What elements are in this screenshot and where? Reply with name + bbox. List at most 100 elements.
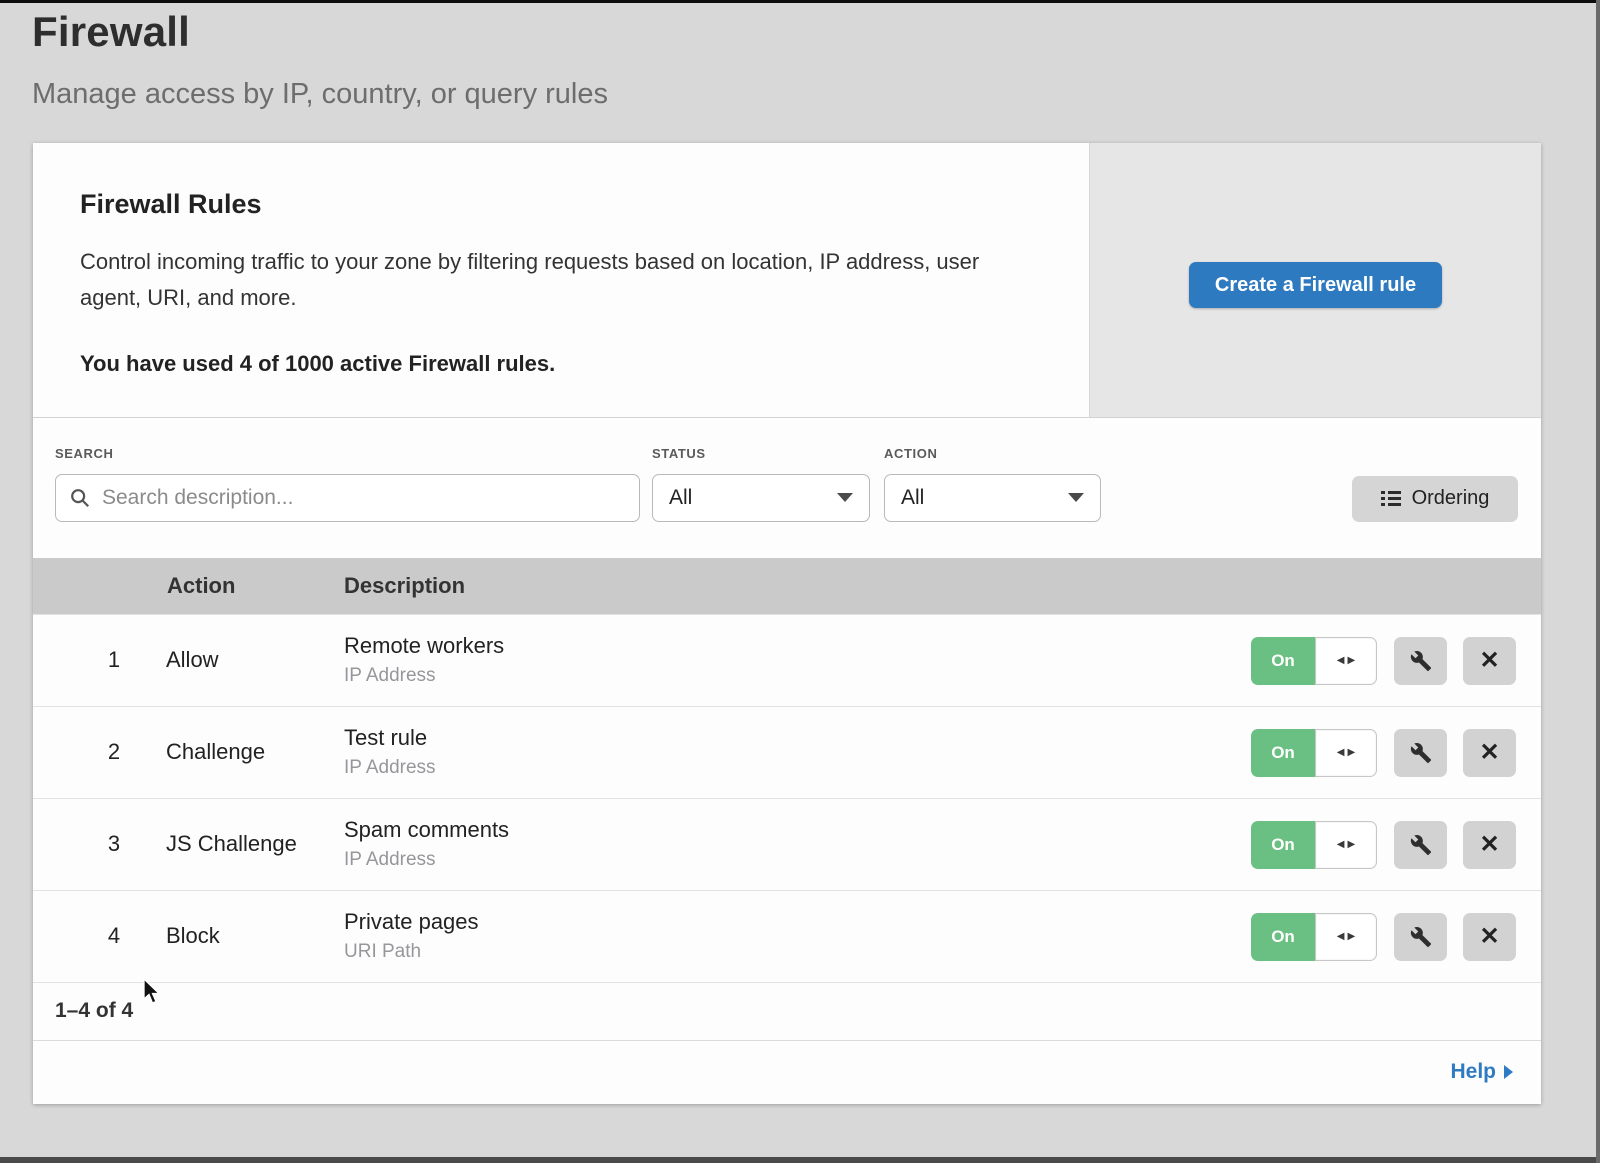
rule-action: JS Challenge bbox=[166, 831, 297, 857]
rule-action: Block bbox=[166, 923, 220, 949]
rule-priority: 2 bbox=[99, 739, 129, 765]
rule-description-title: Private pages bbox=[344, 909, 479, 935]
rule-toggle: On ◀▶ bbox=[1251, 637, 1377, 685]
wrench-icon bbox=[1410, 834, 1432, 856]
table-header: Action Description bbox=[33, 558, 1541, 614]
rule-controls: On ◀▶ ✕ bbox=[1251, 729, 1516, 777]
rule-action: Allow bbox=[166, 647, 219, 673]
rule-action: Challenge bbox=[166, 739, 265, 765]
pagination-text: 1–4 of 4 bbox=[55, 999, 133, 1023]
page-title: Firewall bbox=[32, 8, 190, 56]
column-header-description: Description bbox=[344, 573, 465, 599]
column-header-action: Action bbox=[167, 573, 235, 599]
delete-rule-button[interactable]: ✕ bbox=[1463, 729, 1516, 777]
rule-toggle: On ◀▶ bbox=[1251, 821, 1377, 869]
toggle-on-segment[interactable]: On bbox=[1251, 637, 1315, 685]
status-label: STATUS bbox=[652, 446, 706, 461]
caret-right-icon bbox=[1504, 1065, 1513, 1079]
intro-text-block: Firewall Rules Control incoming traffic … bbox=[33, 143, 1089, 417]
close-icon: ✕ bbox=[1479, 922, 1499, 951]
action-select[interactable]: All bbox=[884, 474, 1101, 522]
status-select-value: All bbox=[669, 486, 692, 510]
caret-right-icon: ▶ bbox=[1348, 931, 1356, 942]
toggle-knob[interactable]: ◀▶ bbox=[1315, 729, 1377, 777]
rule-description-field: IP Address bbox=[344, 849, 509, 871]
screen-edge-bottom bbox=[0, 1157, 1600, 1163]
ordering-button-label: Ordering bbox=[1412, 487, 1490, 510]
rule-toggle: On ◀▶ bbox=[1251, 913, 1377, 961]
search-field-wrap bbox=[55, 474, 640, 522]
action-label: ACTION bbox=[884, 446, 937, 461]
rule-description: Test rule IP Address bbox=[344, 725, 436, 779]
rules-usage-text: You have used 4 of 1000 active Firewall … bbox=[80, 351, 1041, 377]
chevron-down-icon bbox=[837, 493, 853, 502]
help-link[interactable]: Help bbox=[1450, 1060, 1513, 1084]
rule-description-title: Spam comments bbox=[344, 817, 509, 843]
toggle-on-segment[interactable]: On bbox=[1251, 821, 1315, 869]
ordering-button[interactable]: Ordering bbox=[1352, 476, 1518, 522]
search-label: SEARCH bbox=[55, 446, 114, 461]
rule-controls: On ◀▶ ✕ bbox=[1251, 821, 1516, 869]
table-row: 2 Challenge Test rule IP Address On ◀▶ ✕ bbox=[33, 706, 1541, 798]
help-link-label: Help bbox=[1450, 1060, 1496, 1084]
create-firewall-rule-button[interactable]: Create a Firewall rule bbox=[1189, 262, 1442, 308]
edit-rule-button[interactable] bbox=[1394, 913, 1447, 961]
rule-toggle: On ◀▶ bbox=[1251, 729, 1377, 777]
wrench-icon bbox=[1410, 650, 1432, 672]
rule-description-field: URI Path bbox=[344, 941, 479, 963]
toggle-on-segment[interactable]: On bbox=[1251, 913, 1315, 961]
wrench-icon bbox=[1410, 742, 1432, 764]
rule-controls: On ◀▶ ✕ bbox=[1251, 637, 1516, 685]
caret-right-icon: ▶ bbox=[1348, 839, 1356, 850]
edit-rule-button[interactable] bbox=[1394, 637, 1447, 685]
table-row: 3 JS Challenge Spam comments IP Address … bbox=[33, 798, 1541, 890]
rule-description-field: IP Address bbox=[344, 757, 436, 779]
rule-controls: On ◀▶ ✕ bbox=[1251, 913, 1516, 961]
rule-description: Remote workers IP Address bbox=[344, 633, 504, 687]
delete-rule-button[interactable]: ✕ bbox=[1463, 637, 1516, 685]
delete-rule-button[interactable]: ✕ bbox=[1463, 821, 1516, 869]
edit-rule-button[interactable] bbox=[1394, 729, 1447, 777]
close-icon: ✕ bbox=[1479, 646, 1499, 675]
page-subtitle: Manage access by IP, country, or query r… bbox=[32, 78, 608, 111]
filters-section: SEARCH STATUS All ACTION All Ordering bbox=[33, 418, 1541, 558]
caret-left-icon: ◀ bbox=[1337, 931, 1345, 942]
rule-description-field: IP Address bbox=[344, 665, 504, 687]
table-row: 1 Allow Remote workers IP Address On ◀▶ … bbox=[33, 614, 1541, 706]
intro-heading: Firewall Rules bbox=[80, 189, 1041, 220]
close-icon: ✕ bbox=[1479, 830, 1499, 859]
rule-priority: 3 bbox=[99, 831, 129, 857]
toggle-on-segment[interactable]: On bbox=[1251, 729, 1315, 777]
close-icon: ✕ bbox=[1479, 738, 1499, 767]
toggle-knob[interactable]: ◀▶ bbox=[1315, 637, 1377, 685]
toggle-knob[interactable]: ◀▶ bbox=[1315, 821, 1377, 869]
action-select-value: All bbox=[901, 486, 924, 510]
rule-description: Private pages URI Path bbox=[344, 909, 479, 963]
rule-description-title: Test rule bbox=[344, 725, 436, 751]
caret-right-icon: ▶ bbox=[1348, 747, 1356, 758]
delete-rule-button[interactable]: ✕ bbox=[1463, 913, 1516, 961]
search-input[interactable] bbox=[55, 474, 640, 522]
caret-left-icon: ◀ bbox=[1337, 839, 1345, 850]
wrench-icon bbox=[1410, 926, 1432, 948]
ordering-list-icon bbox=[1381, 488, 1401, 509]
caret-left-icon: ◀ bbox=[1337, 655, 1345, 666]
toggle-knob[interactable]: ◀▶ bbox=[1315, 913, 1377, 961]
help-bar: Help bbox=[33, 1040, 1541, 1104]
intro-section: Firewall Rules Control incoming traffic … bbox=[33, 143, 1541, 418]
caret-left-icon: ◀ bbox=[1337, 747, 1345, 758]
chevron-down-icon bbox=[1068, 493, 1084, 502]
rule-priority: 4 bbox=[99, 923, 129, 949]
edit-rule-button[interactable] bbox=[1394, 821, 1447, 869]
table-row: 4 Block Private pages URI Path On ◀▶ ✕ bbox=[33, 890, 1541, 982]
rule-priority: 1 bbox=[99, 647, 129, 673]
firewall-card: Firewall Rules Control incoming traffic … bbox=[33, 143, 1541, 1104]
rule-description-title: Remote workers bbox=[344, 633, 504, 659]
intro-description: Control incoming traffic to your zone by… bbox=[80, 244, 1025, 317]
intro-aside: Create a Firewall rule bbox=[1089, 143, 1541, 417]
status-select[interactable]: All bbox=[652, 474, 870, 522]
pagination-bar: 1–4 of 4 bbox=[33, 982, 1541, 1040]
rule-description: Spam comments IP Address bbox=[344, 817, 509, 871]
screen-edge-right bbox=[1596, 0, 1600, 1163]
caret-right-icon: ▶ bbox=[1348, 655, 1356, 666]
